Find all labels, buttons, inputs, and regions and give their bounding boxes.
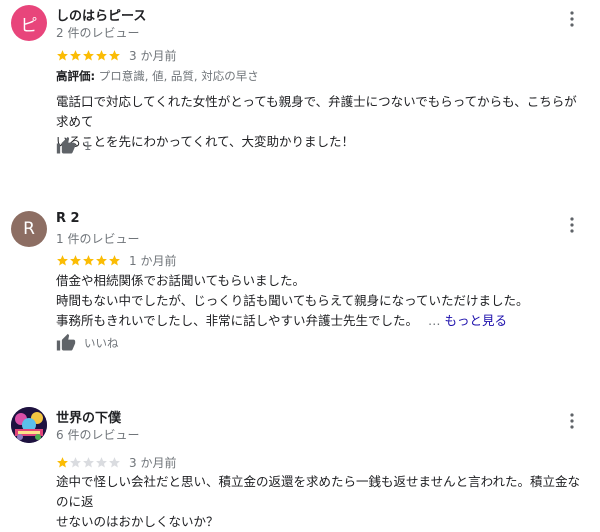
review-text-line: せないのはおかしくないか？ bbox=[56, 514, 219, 529]
star-empty-icon bbox=[83, 457, 94, 468]
review-text-line-content: 事務所もきれいでしたし、非常に話しやすい弁護士先生でした。 bbox=[56, 313, 419, 328]
rating-row: 1 か月前 bbox=[56, 252, 176, 269]
star-filled-icon bbox=[70, 255, 81, 266]
avatar[interactable]: ピ bbox=[11, 5, 47, 41]
star-filled-icon bbox=[57, 457, 68, 468]
review-text-line: 借金や相続関係でお話聞いてもらいました。 bbox=[56, 273, 306, 288]
review-highlights: 高評価: プロ意識, 値, 品質, 対応の早さ bbox=[56, 68, 259, 84]
star-empty-icon bbox=[70, 457, 81, 468]
rating-row: 3 か月前 bbox=[56, 47, 176, 64]
rating-row: 3 か月前 bbox=[56, 454, 176, 471]
review-text-line: 途中で怪しい会社だと思い、積立金の返還を求めたら一銭も返せませんと言われた。積立… bbox=[56, 474, 581, 509]
review-text-line: 時間もない中でしたが、じっくり話も聞いてもらえて親身になっていただけました。 bbox=[56, 293, 529, 308]
star-rating bbox=[56, 456, 121, 469]
star-filled-icon bbox=[57, 255, 68, 266]
star-rating bbox=[56, 49, 121, 62]
review-text-line: 事務所もきれいでしたし、非常に話しやすい弁護士先生でした。 … もっと見る bbox=[56, 311, 588, 331]
more-vert-icon[interactable] bbox=[560, 409, 584, 433]
review-count[interactable]: 1 件のレビュー bbox=[56, 230, 139, 247]
highlights-values: プロ意識, 値, 品質, 対応の早さ bbox=[98, 69, 259, 83]
star-filled-icon bbox=[70, 50, 81, 61]
reviewer-name[interactable]: R 2 bbox=[56, 211, 80, 226]
review-body: 途中で怪しい会社だと思い、積立金の返還を求めたら一銭も返せませんと言われた。積立… bbox=[56, 472, 588, 532]
more-vert-icon[interactable] bbox=[560, 213, 584, 237]
star-filled-icon bbox=[96, 255, 107, 266]
thumbs-up-icon bbox=[56, 136, 76, 156]
ellipsis: … bbox=[428, 313, 441, 328]
highlights-label: 高評価: bbox=[56, 69, 96, 83]
like-button[interactable]: 1 bbox=[56, 136, 91, 156]
like-count: 1 bbox=[84, 139, 92, 153]
review-count[interactable]: 6 件のレビュー bbox=[56, 426, 139, 443]
review-text-line: 電話口で対応してくれた女性がとっても親身で、弁護士につないでもらってからも、こち… bbox=[56, 94, 577, 129]
star-rating bbox=[56, 254, 121, 267]
like-button[interactable]: いいね bbox=[56, 333, 119, 353]
review-body: 借金や相続関係でお話聞いてもらいました。 時間もない中でしたが、じっくり話も聞い… bbox=[56, 271, 588, 331]
review-text-line: いることを先にわかってくれて、大変助かりました！ bbox=[56, 134, 355, 149]
star-filled-icon bbox=[83, 255, 94, 266]
avatar[interactable]: R bbox=[11, 211, 47, 247]
star-empty-icon bbox=[109, 457, 120, 468]
avatar-image bbox=[11, 407, 47, 443]
reviewer-name[interactable]: 世界の下僕 bbox=[56, 407, 121, 426]
more-vert-icon[interactable] bbox=[560, 7, 584, 31]
thumbs-up-icon bbox=[56, 333, 76, 353]
review-count[interactable]: 2 件のレビュー bbox=[56, 24, 139, 41]
star-filled-icon bbox=[96, 50, 107, 61]
review-time: 3 か月前 bbox=[129, 49, 177, 63]
like-label: いいね bbox=[84, 336, 119, 350]
review-time: 3 か月前 bbox=[129, 456, 177, 470]
review-body: 電話口で対応してくれた女性がとっても親身で、弁護士につないでもらってからも、こち… bbox=[56, 92, 588, 152]
review-time: 1 か月前 bbox=[129, 254, 177, 268]
star-filled-icon bbox=[109, 255, 120, 266]
more-link[interactable]: もっと見る bbox=[444, 313, 507, 328]
star-filled-icon bbox=[109, 50, 120, 61]
avatar[interactable] bbox=[11, 407, 47, 443]
star-filled-icon bbox=[57, 50, 68, 61]
reviewer-name[interactable]: しのはらピース bbox=[56, 5, 146, 24]
star-empty-icon bbox=[96, 457, 107, 468]
star-filled-icon bbox=[83, 50, 94, 61]
